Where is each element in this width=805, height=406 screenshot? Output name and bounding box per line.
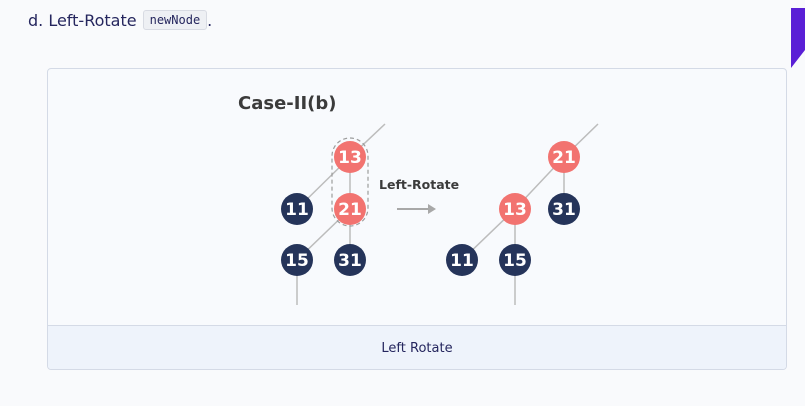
node-after-13: 13 <box>499 193 531 225</box>
node-before-21: 21 <box>334 193 366 225</box>
step-suffix: . <box>207 10 213 30</box>
rotation-diagram: Case-II(b) 13 11 21 15 31 Left-Rotate 21… <box>238 93 599 305</box>
node-after-21: 21 <box>548 141 580 173</box>
svg-text:31: 31 <box>338 251 362 271</box>
node-before-15: 15 <box>281 244 313 276</box>
svg-text:21: 21 <box>552 148 576 168</box>
svg-text:13: 13 <box>503 200 527 220</box>
node-before-31: 31 <box>334 244 366 276</box>
purple-corner-tab[interactable] <box>791 8 805 68</box>
svg-text:13: 13 <box>338 148 362 168</box>
step-label: d. Left-Rotate <box>28 10 137 30</box>
svg-text:15: 15 <box>503 251 527 271</box>
svg-text:15: 15 <box>285 251 309 271</box>
svg-text:31: 31 <box>552 200 576 220</box>
step-heading: d. Left-Rotate newNode . <box>28 10 212 30</box>
node-before-13: 13 <box>334 141 366 173</box>
svg-text:21: 21 <box>338 200 362 220</box>
case-title: Case-II(b) <box>238 93 336 114</box>
code-newnode: newNode <box>142 10 208 30</box>
node-after-11: 11 <box>446 244 478 276</box>
svg-text:11: 11 <box>285 200 309 220</box>
node-after-31: 31 <box>548 193 580 225</box>
right-arrow-icon <box>397 204 436 214</box>
svg-text:11: 11 <box>450 251 474 271</box>
figure-caption: Left Rotate <box>48 325 786 369</box>
figure-card: Case-II(b) 13 11 21 15 31 Left-Rotate 21… <box>47 68 787 370</box>
node-after-15: 15 <box>499 244 531 276</box>
left-rotate-label: Left-Rotate <box>379 177 459 192</box>
node-before-11: 11 <box>281 193 313 225</box>
